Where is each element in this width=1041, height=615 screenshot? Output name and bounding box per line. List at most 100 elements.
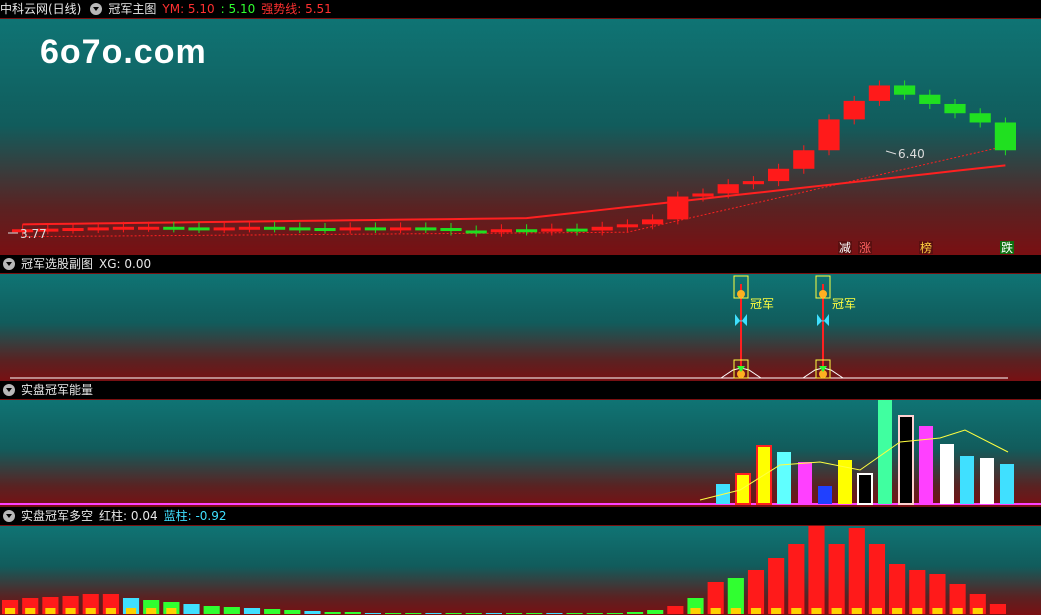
- high-price-label: 6.40: [898, 147, 925, 161]
- candle-body: [994, 122, 1016, 151]
- sub2-plot[interactable]: [0, 399, 1041, 508]
- candle-body: [163, 226, 185, 230]
- candle-body: [62, 228, 84, 232]
- coin-icon: [737, 290, 745, 298]
- collapse-icon[interactable]: [90, 3, 103, 15]
- bull-bear-bar: [768, 558, 785, 614]
- blue-bar-label: 蓝柱: -0.92: [163, 509, 227, 523]
- collapse-icon[interactable]: [3, 258, 15, 270]
- low-price-label: 3.77: [20, 227, 47, 241]
- sub3-header: 实盘冠军多空 红柱: 0.04 蓝柱: -0.92: [0, 507, 1041, 525]
- energy-bar: [857, 473, 873, 505]
- energy-bar: [818, 486, 832, 504]
- candle-body: [390, 227, 412, 231]
- bull-bear-inner-bar: [791, 608, 802, 614]
- stock-title[interactable]: 中科云网(日线): [0, 0, 81, 18]
- bull-bear-inner-bar: [851, 608, 862, 614]
- candle-body: [566, 228, 588, 232]
- collapse-icon[interactable]: [3, 384, 15, 396]
- bull-bear-inner-bar: [45, 608, 56, 614]
- candle-body: [768, 168, 790, 182]
- signal-label: 减: [839, 241, 851, 255]
- bull-bear-inner-bar: [65, 608, 76, 614]
- energy-bar: [940, 444, 954, 504]
- coin-icon: [819, 290, 827, 298]
- bull-bear-bar: [909, 570, 926, 614]
- bull-bear-inner-bar: [166, 608, 177, 614]
- candle-body: [339, 227, 361, 231]
- bull-bear-inner-bar: [125, 608, 137, 614]
- bull-bear-inner-bar: [771, 608, 782, 614]
- sub1-indicator-name[interactable]: 冠军选股副图: [21, 255, 93, 273]
- bull-bear-bar: [848, 528, 865, 614]
- bull-bear-inner-bar: [831, 608, 842, 614]
- candle-body: [894, 85, 916, 95]
- energy-chart: [0, 400, 1041, 505]
- bull-bear-inner-bar: [892, 608, 903, 614]
- candle-body: [138, 226, 160, 230]
- high-arrow: [885, 150, 897, 155]
- energy-bar: [798, 462, 812, 504]
- selection-chart: 冠军 冠军: [10, 275, 1008, 379]
- bull-bear-inner-bar: [811, 608, 822, 614]
- bull-bear-inner-bar: [972, 608, 983, 614]
- candle-body: [465, 230, 487, 234]
- bull-bear-inner-bar: [146, 608, 157, 614]
- champion-mark: 冠军: [832, 297, 856, 311]
- candle-body: [314, 228, 336, 232]
- sub2-indicator-name[interactable]: 实盘冠军能量: [21, 381, 93, 399]
- candle-body: [112, 226, 134, 230]
- bull-bear-bar: [647, 610, 664, 614]
- bull-bear-inner-bar: [912, 608, 923, 614]
- candle-body: [238, 226, 260, 230]
- sub2-header: 实盘冠军能量: [0, 381, 1041, 399]
- bull-bear-inner-bar: [730, 608, 741, 614]
- candle-body: [591, 226, 613, 231]
- energy-bar: [919, 426, 933, 504]
- bull-bear-bar: [183, 604, 200, 614]
- main-plot[interactable]: 6o7o.com 6.40 3.77 减涨榜跌: [0, 18, 1041, 255]
- sub3-indicator-name[interactable]: 实盘冠军多空: [21, 507, 93, 525]
- energy-bar: [898, 415, 914, 505]
- candle-body: [415, 227, 437, 231]
- sub1-plot[interactable]: 冠军 冠军: [0, 273, 1041, 382]
- candle-body: [213, 227, 235, 231]
- collapse-icon[interactable]: [3, 510, 15, 522]
- bull-bear-bar: [788, 544, 805, 614]
- bull-bear-bar: [868, 544, 886, 614]
- bull-bear-chart: [2, 526, 1006, 614]
- energy-bar: [980, 458, 994, 504]
- signal-label: 跌: [1001, 240, 1013, 255]
- main-indicator-name[interactable]: 冠军主图: [108, 0, 156, 18]
- bull-bear-inner-bar: [690, 608, 701, 614]
- energy-bar: [735, 473, 751, 505]
- bull-bear-bar: [667, 606, 684, 614]
- champion-mark: 冠军: [750, 297, 774, 311]
- candle-body: [87, 227, 109, 231]
- strong-line: [22, 164, 1006, 226]
- bull-bear-inner-bar: [5, 608, 16, 614]
- signal-label: 榜: [920, 240, 932, 255]
- energy-bar: [777, 452, 791, 504]
- bull-bear-inner-bar: [85, 608, 96, 614]
- bull-bear-bar: [808, 526, 825, 614]
- candle-body: [742, 181, 764, 185]
- bull-bear-bar: [264, 609, 281, 614]
- bull-bear-bar: [223, 607, 240, 614]
- candle-body: [969, 113, 991, 123]
- candle-body: [692, 193, 714, 197]
- candle-body: [516, 229, 538, 233]
- bull-bear-inner-bar: [952, 608, 963, 614]
- strong-line-label: 强势线: 5.51: [261, 2, 332, 16]
- candle-body: [364, 227, 386, 231]
- candle-body: [919, 94, 941, 104]
- ym-label: YM: 5.10: [162, 2, 215, 16]
- bull-bear-bar: [203, 606, 220, 614]
- bull-bear-inner-bar: [710, 608, 721, 614]
- candlestick-chart: 6.40 3.77 减涨 榜 跌: [8, 80, 1016, 255]
- bull-bear-inner-bar: [25, 608, 36, 614]
- candle-body: [868, 85, 890, 101]
- sub3-plot[interactable]: [0, 525, 1041, 615]
- candle-body: [793, 150, 815, 169]
- bull-bear-bar: [828, 544, 845, 614]
